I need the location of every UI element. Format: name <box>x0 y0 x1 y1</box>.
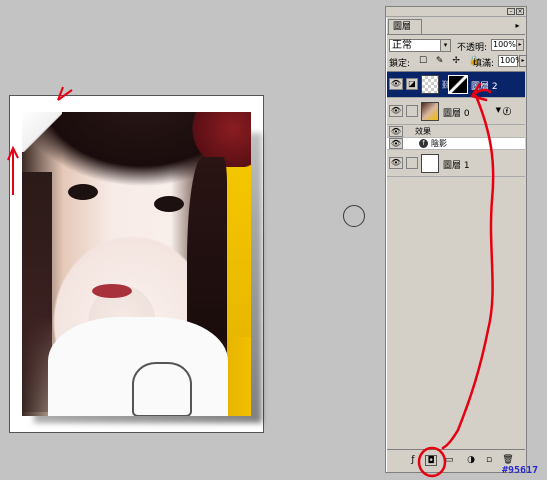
lock-label: 鎖定: <box>389 59 411 69</box>
mask-link-box[interactable]: ◪ <box>406 78 418 90</box>
tab-layers[interactable]: 圖層 <box>388 19 423 34</box>
shirt-print <box>132 362 192 416</box>
eye-icon[interactable]: 👁 <box>389 78 403 90</box>
eye-icon[interactable]: 👁 <box>389 105 403 117</box>
link-box[interactable] <box>406 157 418 169</box>
add-mask-icon[interactable]: ◘ <box>425 455 437 466</box>
close-button[interactable]: × <box>516 8 524 15</box>
effect-icon: f <box>419 139 428 148</box>
eye-icon[interactable]: 👁 <box>389 138 403 149</box>
new-layer-icon[interactable]: ▫ <box>483 455 495 466</box>
panel-body: 正常 ▾ 不透明: 100% ▸ 鎖定: ☐ ✎ ✢ 🔒 填滿: 100% ▸ … <box>387 34 527 471</box>
layer-thumbnail <box>421 102 439 121</box>
eye-icon[interactable]: 👁 <box>389 126 403 137</box>
chevron-down-icon[interactable]: ▾ <box>440 40 450 51</box>
right-eye <box>154 196 184 212</box>
drop-shadow-label: 陰影 <box>431 139 447 148</box>
new-fill-layer-icon[interactable]: ◑ <box>465 455 477 466</box>
layer-name: 圖層 2 <box>471 82 498 92</box>
layer-name: 圖層 0 <box>443 109 470 119</box>
lock-row: 鎖定: ☐ ✎ ✢ 🔒 填滿: 100% ▸ <box>389 55 527 69</box>
layer-name: 圖層 1 <box>443 161 470 171</box>
opacity-slider-button[interactable]: ▸ <box>516 39 524 51</box>
effects-row[interactable]: 👁 效果 <box>387 126 525 138</box>
minimize-button[interactable]: – <box>507 8 515 15</box>
drop-shadow-row[interactable]: 👁 f 陰影 <box>387 138 525 150</box>
fill-label: 填滿: <box>473 59 495 69</box>
layers-list: 👁 ◪ ⛓ 圖層 2 👁 圖層 0 ▼ ⓕ 👁 效果 👁 f 陰影 👁 圖層 1 <box>387 71 525 449</box>
blend-mode-select[interactable]: 正常 ▾ <box>389 39 451 52</box>
layer-mask-thumbnail[interactable] <box>448 75 468 94</box>
blend-row: 正常 ▾ 不透明: 100% ▸ <box>389 39 524 53</box>
layers-panel: – × 圖層 ▸ 正常 ▾ 不透明: 100% ▸ 鎖定: ☐ ✎ ✢ 🔒 填滿… <box>385 6 527 473</box>
expand-effects-icon[interactable]: ▼ <box>496 106 501 114</box>
effects-icon[interactable]: ⓕ <box>503 106 511 117</box>
layer-row-layer-0[interactable]: 👁 圖層 0 ▼ ⓕ <box>387 99 525 125</box>
eye-icon[interactable]: 👁 <box>389 157 403 169</box>
page-curl <box>22 112 62 152</box>
link-box[interactable] <box>406 105 418 117</box>
add-style-icon[interactable]: ƒ <box>407 455 419 466</box>
opacity-label: 不透明: <box>457 43 488 53</box>
panel-menu-icon[interactable]: ▸ <box>512 21 523 31</box>
lips <box>92 284 132 298</box>
layer-row-layer-2[interactable]: 👁 ◪ ⛓ 圖層 2 <box>387 72 525 98</box>
panel-titlebar[interactable]: – × <box>386 7 526 17</box>
blend-mode-value: 正常 <box>392 40 412 51</box>
brush-cursor <box>343 205 365 227</box>
fill-field[interactable]: 100% <box>498 55 523 67</box>
photo-layer[interactable] <box>22 112 251 416</box>
effects-label: 效果 <box>415 127 431 136</box>
opacity-field[interactable]: 100% <box>491 39 517 51</box>
watermark: #95617 <box>502 465 539 476</box>
layer-thumbnail <box>421 75 439 94</box>
left-eye <box>68 184 98 200</box>
layer-thumbnail <box>421 154 439 173</box>
new-set-icon[interactable]: ▭ <box>443 455 455 466</box>
layer-row-layer-1[interactable]: 👁 圖層 1 <box>387 151 525 177</box>
fill-slider-button[interactable]: ▸ <box>519 55 527 67</box>
